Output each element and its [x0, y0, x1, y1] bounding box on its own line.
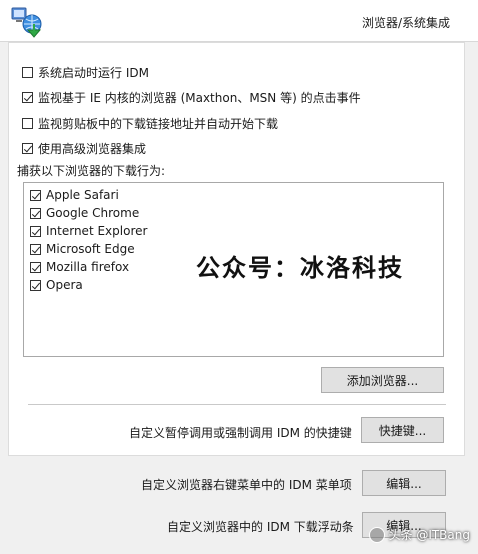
checkbox[interactable]	[30, 261, 41, 273]
divider	[28, 404, 446, 405]
checkbox[interactable]	[30, 189, 41, 201]
checkbox[interactable]	[22, 67, 33, 78]
browser-label: Microsoft Edge	[46, 242, 135, 256]
page-title: 浏览器/系统集成	[361, 16, 450, 30]
add-browser-button[interactable]: 添加浏览器...	[321, 367, 444, 393]
footer-watermark: 头条 @ITBang	[368, 526, 471, 543]
idm-network-icon	[11, 7, 42, 38]
browser-label: Internet Explorer	[46, 224, 148, 238]
hotkey-button[interactable]: 快捷键...	[361, 417, 444, 443]
watermark-logo-icon	[368, 526, 385, 543]
edit-context-menu-button[interactable]: 编辑...	[362, 470, 446, 496]
browser-item-chrome[interactable]: Google Chrome	[30, 206, 139, 220]
checkbox[interactable]	[30, 207, 41, 219]
browser-item-firefox[interactable]: Mozilla firefox	[30, 260, 129, 274]
option-label: 监视剪贴板中的下载链接地址并自动开始下载	[38, 117, 279, 131]
option-label: 系统启动时运行 IDM	[38, 66, 149, 80]
option-monitor-clipboard[interactable]: 监视剪贴板中的下载链接地址并自动开始下载	[22, 115, 278, 132]
browser-label: Opera	[46, 278, 83, 292]
checkbox[interactable]	[30, 243, 41, 255]
watermark-text: 公众号：冰洛科技	[196, 254, 404, 282]
checkbox[interactable]	[30, 225, 41, 237]
footer-watermark-text: 头条 @ITBang	[388, 528, 471, 542]
browser-item-edge[interactable]: Microsoft Edge	[30, 242, 135, 256]
browser-label: Apple Safari	[46, 188, 119, 202]
float-bar-label: 自定义浏览器中的 IDM 下载浮动条	[167, 520, 354, 534]
checkbox[interactable]	[22, 143, 33, 154]
option-run-at-startup[interactable]: 系统启动时运行 IDM	[22, 64, 149, 81]
browser-item-safari[interactable]: Apple Safari	[30, 188, 119, 202]
checkbox[interactable]	[22, 92, 33, 103]
option-label: 监视基于 IE 内核的浏览器 (Maxthon、MSN 等) 的点击事件	[38, 91, 361, 105]
checkbox[interactable]	[30, 279, 41, 291]
browser-group-label: 捕获以下浏览器的下载行为:	[17, 164, 166, 178]
option-monitor-ie-clicks[interactable]: 监视基于 IE 内核的浏览器 (Maxthon、MSN 等) 的点击事件	[22, 89, 361, 106]
hotkey-label: 自定义暂停调用或强制调用 IDM 的快捷键	[129, 426, 352, 440]
option-label: 使用高级浏览器集成	[38, 142, 147, 156]
browser-label: Google Chrome	[46, 206, 140, 220]
context-menu-label: 自定义浏览器右键菜单中的 IDM 菜单项	[141, 478, 352, 492]
browser-item-opera[interactable]: Opera	[30, 278, 83, 292]
checkbox[interactable]	[22, 118, 33, 129]
browser-label: Mozilla firefox	[46, 260, 130, 274]
option-advanced-integration[interactable]: 使用高级浏览器集成	[22, 140, 146, 157]
browser-item-ie[interactable]: Internet Explorer	[30, 224, 147, 238]
